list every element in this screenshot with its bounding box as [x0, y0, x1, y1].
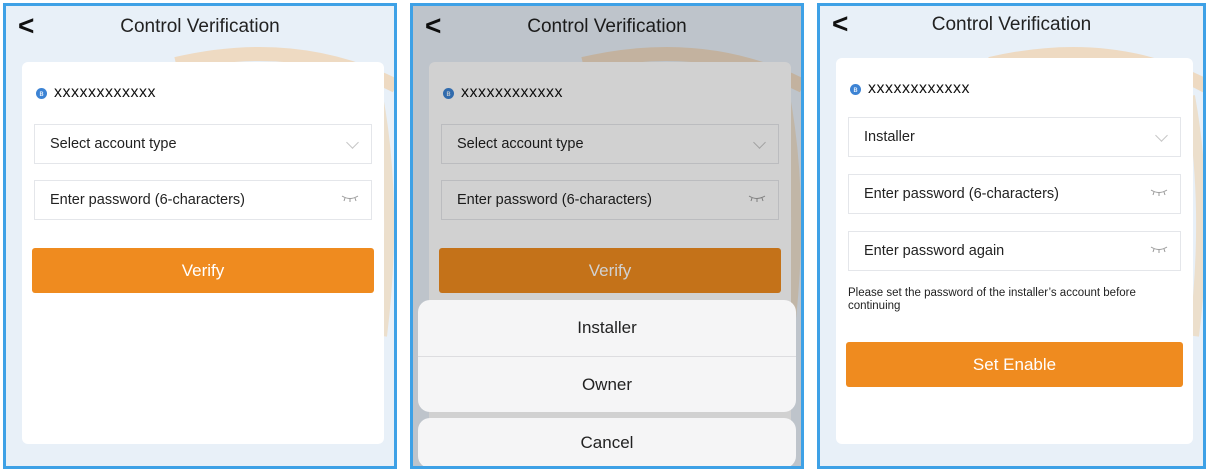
bluetooth-icon: ʙ — [850, 83, 861, 95]
account-type-action-sheet: Installer Owner — [418, 300, 796, 412]
top-bar: < Control Verification — [820, 6, 1203, 50]
option-owner[interactable]: Owner — [418, 356, 796, 412]
cancel-button[interactable]: Cancel — [418, 418, 796, 466]
option-installer[interactable]: Installer — [418, 300, 796, 356]
set-enable-button[interactable]: Set Enable — [846, 342, 1183, 387]
closed-eye-icon[interactable] — [341, 192, 359, 204]
chevron-down-icon — [1155, 129, 1168, 142]
password-placeholder: Enter password (6-characters) — [50, 192, 246, 208]
account-type-select[interactable]: Installer — [848, 117, 1181, 157]
password-field[interactable]: Enter password (6-characters) — [34, 180, 372, 220]
account-type-placeholder: Select account type — [50, 136, 177, 152]
bluetooth-icon: ʙ — [36, 87, 47, 99]
device-row: ʙ xxxxxxxxxxxx — [36, 84, 156, 102]
closed-eye-icon[interactable] — [1150, 243, 1168, 255]
closed-eye-icon[interactable] — [1150, 186, 1168, 198]
set-password-card: ʙ xxxxxxxxxxxx Installer Enter password … — [836, 58, 1193, 444]
password-placeholder: Enter password (6-characters) — [864, 186, 1060, 202]
screen-account-type-sheet: < Control Verification ʙ xxxxxxxxxxxx Se… — [410, 3, 804, 469]
verify-button[interactable]: Verify — [32, 248, 374, 293]
screen-set-password: < Control Verification ʙ xxxxxxxxxxxx In… — [817, 3, 1206, 469]
account-type-select[interactable]: Select account type — [34, 124, 372, 164]
installer-password-note: Please set the password of the installer… — [848, 287, 1136, 312]
verification-card: ʙ xxxxxxxxxxxx Select account type Enter… — [22, 62, 384, 444]
password-again-field[interactable]: Enter password again — [848, 231, 1181, 271]
page-title: Control Verification — [120, 16, 280, 37]
page-title: Control Verification — [931, 14, 1092, 35]
device-id: xxxxxxxxxxxx — [868, 80, 970, 97]
screen-select-account: < Control Verification ʙ xxxxxxxxxxxx Se… — [3, 3, 397, 469]
password-field[interactable]: Enter password (6-characters) — [848, 174, 1181, 214]
chevron-down-icon — [346, 136, 359, 149]
password-again-placeholder: Enter password again — [864, 243, 1005, 259]
device-row: ʙ xxxxxxxxxxxx — [850, 80, 970, 98]
top-bar: < Control Verification — [6, 6, 394, 50]
device-id: xxxxxxxxxxxx — [54, 84, 156, 101]
account-type-value: Installer — [864, 129, 915, 145]
